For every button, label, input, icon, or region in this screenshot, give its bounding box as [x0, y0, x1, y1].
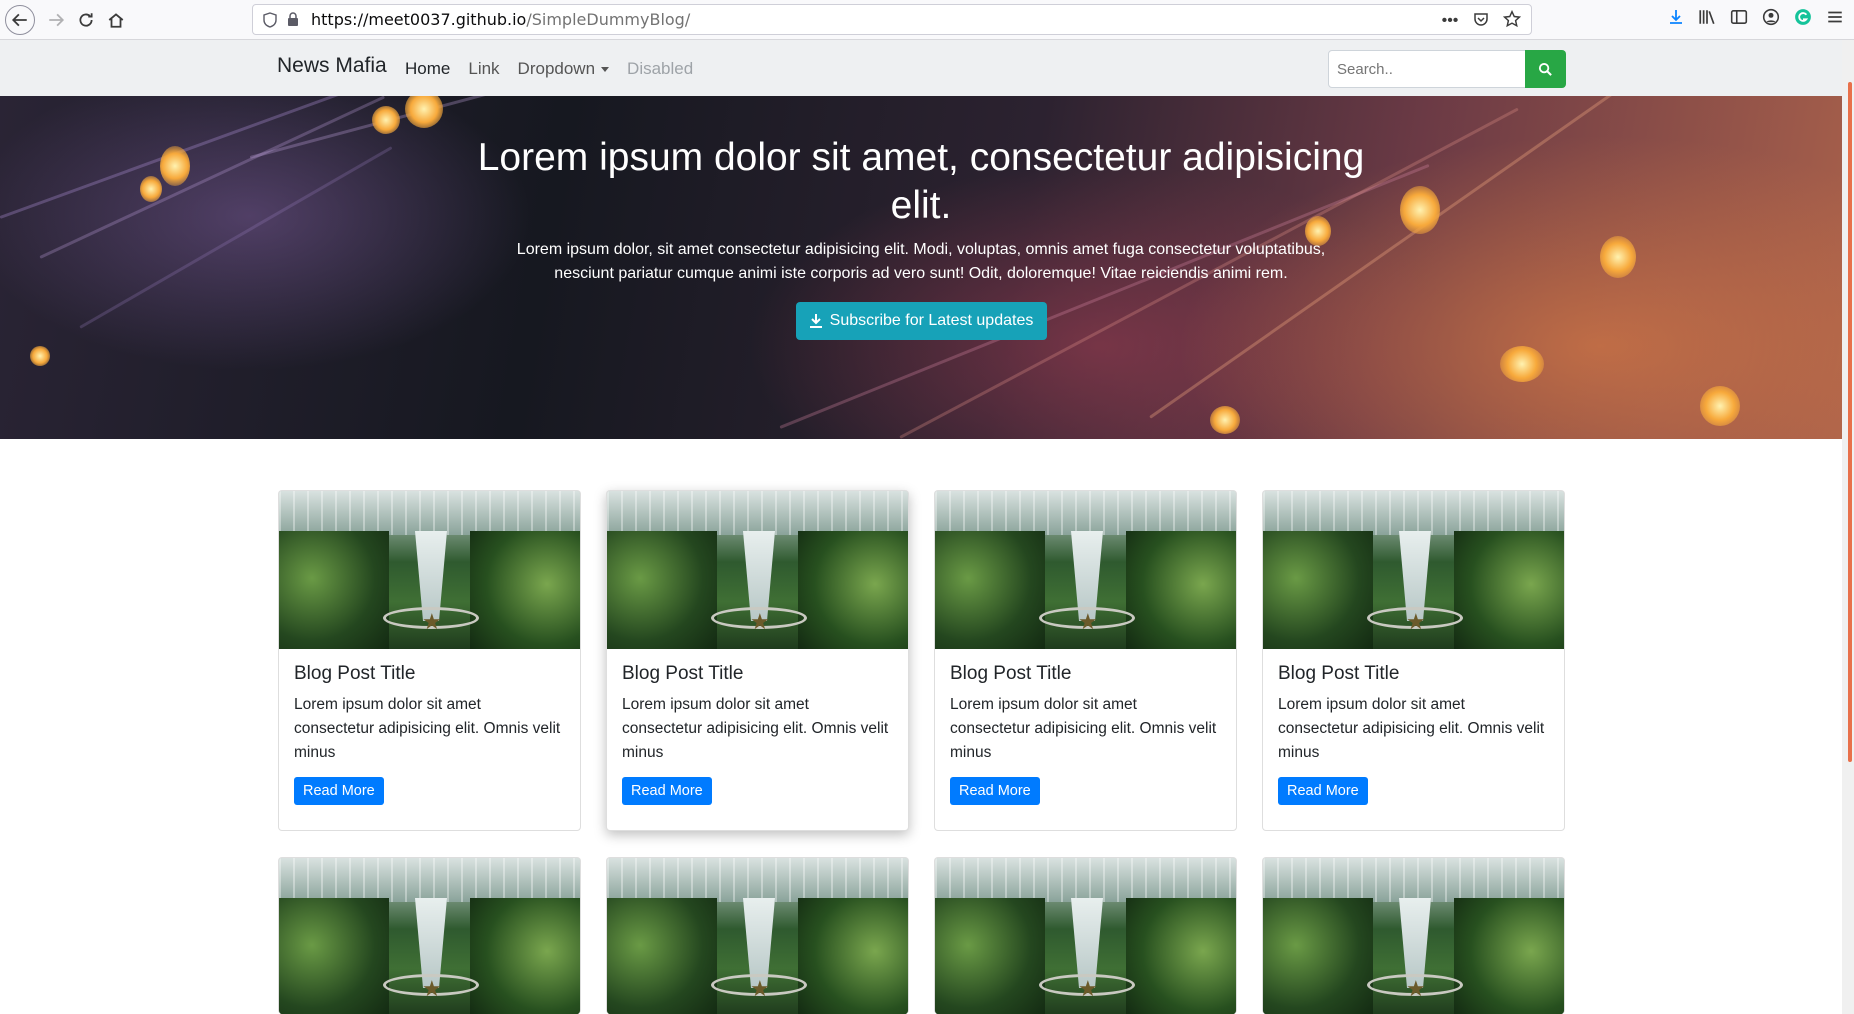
download-icon[interactable] [1668, 8, 1684, 26]
blog-card-text: Lorem ipsum dolor sit amet consectetur a… [1278, 696, 1545, 761]
url-bar[interactable]: https://meet0037.github.io/SimpleDummyBl… [252, 4, 1532, 35]
read-more-button[interactable]: Read More [1278, 777, 1368, 805]
blog-card-image: ★ [1263, 858, 1564, 1014]
blog-card: ★ [278, 857, 581, 1014]
blog-card: ★ Blog Post Title Lorem ipsum dolor sit … [1262, 490, 1565, 831]
lock-icon[interactable] [287, 12, 299, 27]
read-more-button[interactable]: Read More [950, 777, 1040, 805]
home-button[interactable] [101, 5, 131, 35]
reload-button[interactable] [71, 5, 101, 35]
blog-card: ★ [934, 857, 1237, 1014]
hero-title: Lorem ipsum dolor sit amet, consectetur … [477, 136, 1365, 227]
blog-card: ★ Blog Post Title Lorem ipsum dolor sit … [934, 490, 1237, 831]
hero-banner: Lorem ipsum dolor sit amet, consectetur … [0, 96, 1842, 439]
pocket-icon[interactable] [1473, 10, 1489, 28]
url-host: https://meet0037.github.io [311, 10, 527, 29]
blog-card-image: ★ [279, 858, 580, 1014]
caret-down-icon [601, 67, 610, 73]
sidebar-icon[interactable] [1730, 8, 1748, 26]
back-button[interactable] [5, 4, 35, 35]
url-path: /SimpleDummyBlog/ [526, 10, 691, 29]
blog-card-text: Lorem ipsum dolor sit amet consectetur a… [622, 696, 889, 761]
subscribe-button-label: Subscribe for Latest updates [829, 312, 1034, 329]
hero-text: Lorem ipsum dolor, sit amet consectetur … [516, 241, 1326, 282]
library-icon[interactable] [1698, 8, 1716, 26]
blog-card-image: ★ [279, 491, 580, 649]
blog-card-title: Blog Post Title [950, 663, 1072, 684]
blog-card-title: Blog Post Title [1278, 663, 1400, 684]
blog-card-image: ★ [935, 858, 1236, 1014]
blog-card-image: ★ [935, 491, 1236, 649]
arrow-right-icon [49, 13, 65, 26]
reload-icon [79, 12, 93, 27]
nav-link-disabled: Disabled [627, 59, 694, 78]
bookmark-star-icon[interactable] [1503, 10, 1521, 28]
shield-icon[interactable] [263, 12, 277, 28]
nav-dropdown-toggle[interactable]: Dropdown [518, 59, 610, 79]
browser-toolbar: https://meet0037.github.io/SimpleDummyBl… [0, 0, 1854, 40]
blog-card-text: Lorem ipsum dolor sit amet consectetur a… [950, 696, 1217, 761]
blog-card: ★ Blog Post Title Lorem ipsum dolor sit … [278, 490, 581, 831]
more-actions-icon[interactable]: ••• [1441, 10, 1459, 32]
blog-card-image: ★ [1263, 491, 1564, 649]
url-text: https://meet0037.github.io/SimpleDummyBl… [311, 10, 690, 29]
home-icon [108, 12, 124, 28]
nav-link-link[interactable]: Link [468, 59, 499, 79]
blog-card-text: Lorem ipsum dolor sit amet consectetur a… [294, 696, 561, 761]
scrollbar-thumb[interactable] [1848, 82, 1852, 762]
search-icon [1538, 62, 1552, 76]
blog-card: ★ Blog Post Title Lorem ipsum dolor sit … [606, 490, 909, 831]
arrow-left-icon [11, 13, 27, 26]
grammarly-icon[interactable] [1794, 8, 1812, 26]
navbar-brand[interactable]: News Mafia [277, 54, 387, 78]
blog-card-title: Blog Post Title [622, 663, 744, 684]
blog-card-image: ★ [607, 491, 908, 649]
blog-card: ★ [606, 857, 909, 1014]
search-button[interactable] [1525, 50, 1566, 88]
forward-button[interactable] [41, 5, 71, 35]
site-navbar: News Mafia Home Link Dropdown Disabled [0, 40, 1842, 96]
nav-link-home[interactable]: Home [405, 59, 450, 79]
read-more-button[interactable]: Read More [294, 777, 384, 805]
download-icon [809, 314, 822, 328]
nav-dropdown-label: Dropdown [517, 59, 596, 78]
blog-card: ★ [1262, 857, 1565, 1014]
search-input[interactable] [1328, 50, 1526, 88]
read-more-button[interactable]: Read More [622, 777, 712, 805]
subscribe-button[interactable]: Subscribe for Latest updates [796, 302, 1047, 340]
blog-card-image: ★ [607, 858, 908, 1014]
nav-links: Home Link Dropdown Disabled [405, 59, 693, 79]
hamburger-menu-icon[interactable] [1826, 8, 1844, 26]
account-icon[interactable] [1762, 8, 1780, 26]
blog-card-title: Blog Post Title [294, 663, 416, 684]
